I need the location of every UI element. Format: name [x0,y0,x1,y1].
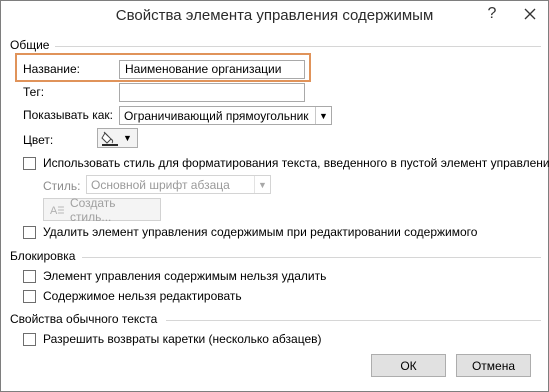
section-title-general: Общие [10,38,50,52]
section-divider [166,320,541,321]
title-bar: Свойства элемента управления содержимым … [1,1,548,32]
svg-text:A: A [50,204,58,216]
dialog-body: Общие Название: Наименование организации… [1,32,549,391]
question-icon: ? [487,5,497,22]
cannot-delete-checkbox[interactable] [23,270,36,283]
style-label: Стиль: [43,179,81,193]
dialog-title: Свойства элемента управления содержимым [115,7,434,24]
remove-control-checkbox[interactable] [23,226,36,239]
cannot-delete-label: Элемент управления содержимым нельзя уда… [43,269,327,283]
close-button[interactable] [512,1,548,27]
cannot-edit-label: Содержимое нельзя редактировать [43,289,242,303]
show-as-value: Ограничивающий прямоугольник [124,108,309,123]
use-style-label: Использовать стиль для форматирования те… [43,156,549,170]
allow-carriage-label: Разрешить возвраты каретки (несколько аб… [43,332,322,346]
section-title-locking: Блокировка [10,249,76,263]
paint-bucket-icon [101,131,118,146]
section-divider [55,46,541,47]
tag-input[interactable] [119,83,305,102]
name-input[interactable]: Наименование организации [119,60,305,79]
help-button[interactable]: ? [474,1,510,27]
create-style-button[interactable]: A Создать стиль... [43,195,161,224]
chevron-down-icon: ▼ [123,133,132,143]
style-value: Основной шрифт абзаца [91,177,230,192]
section-title-plain-text: Свойства обычного текста [10,312,158,326]
show-as-label: Показывать как: [23,108,113,122]
name-label: Название: [23,62,80,76]
remove-control-label: Удалить элемент управления содержимым пр… [43,225,478,239]
color-label: Цвет: [23,133,54,147]
close-icon [524,8,536,20]
create-style-label: Создать стиль... [69,195,116,224]
cannot-edit-checkbox[interactable] [23,290,36,303]
ok-button[interactable]: ОК [371,354,446,377]
show-as-select[interactable]: Ограничивающий прямоугольник ▼ [119,106,332,125]
chevron-down-icon: ▼ [254,176,270,193]
style-select[interactable]: Основной шрифт абзаца ▼ [86,175,271,194]
chevron-down-icon: ▼ [315,107,331,124]
tag-label: Тег: [23,85,45,99]
content-control-properties-dialog: Свойства элемента управления содержимым … [0,0,549,392]
cancel-button[interactable]: Отмена [456,354,531,377]
use-style-checkbox[interactable] [23,157,36,170]
section-divider [82,257,541,258]
color-picker-button[interactable]: ▼ [97,128,138,148]
style-icon: A [50,204,64,216]
allow-carriage-checkbox[interactable] [23,333,36,346]
